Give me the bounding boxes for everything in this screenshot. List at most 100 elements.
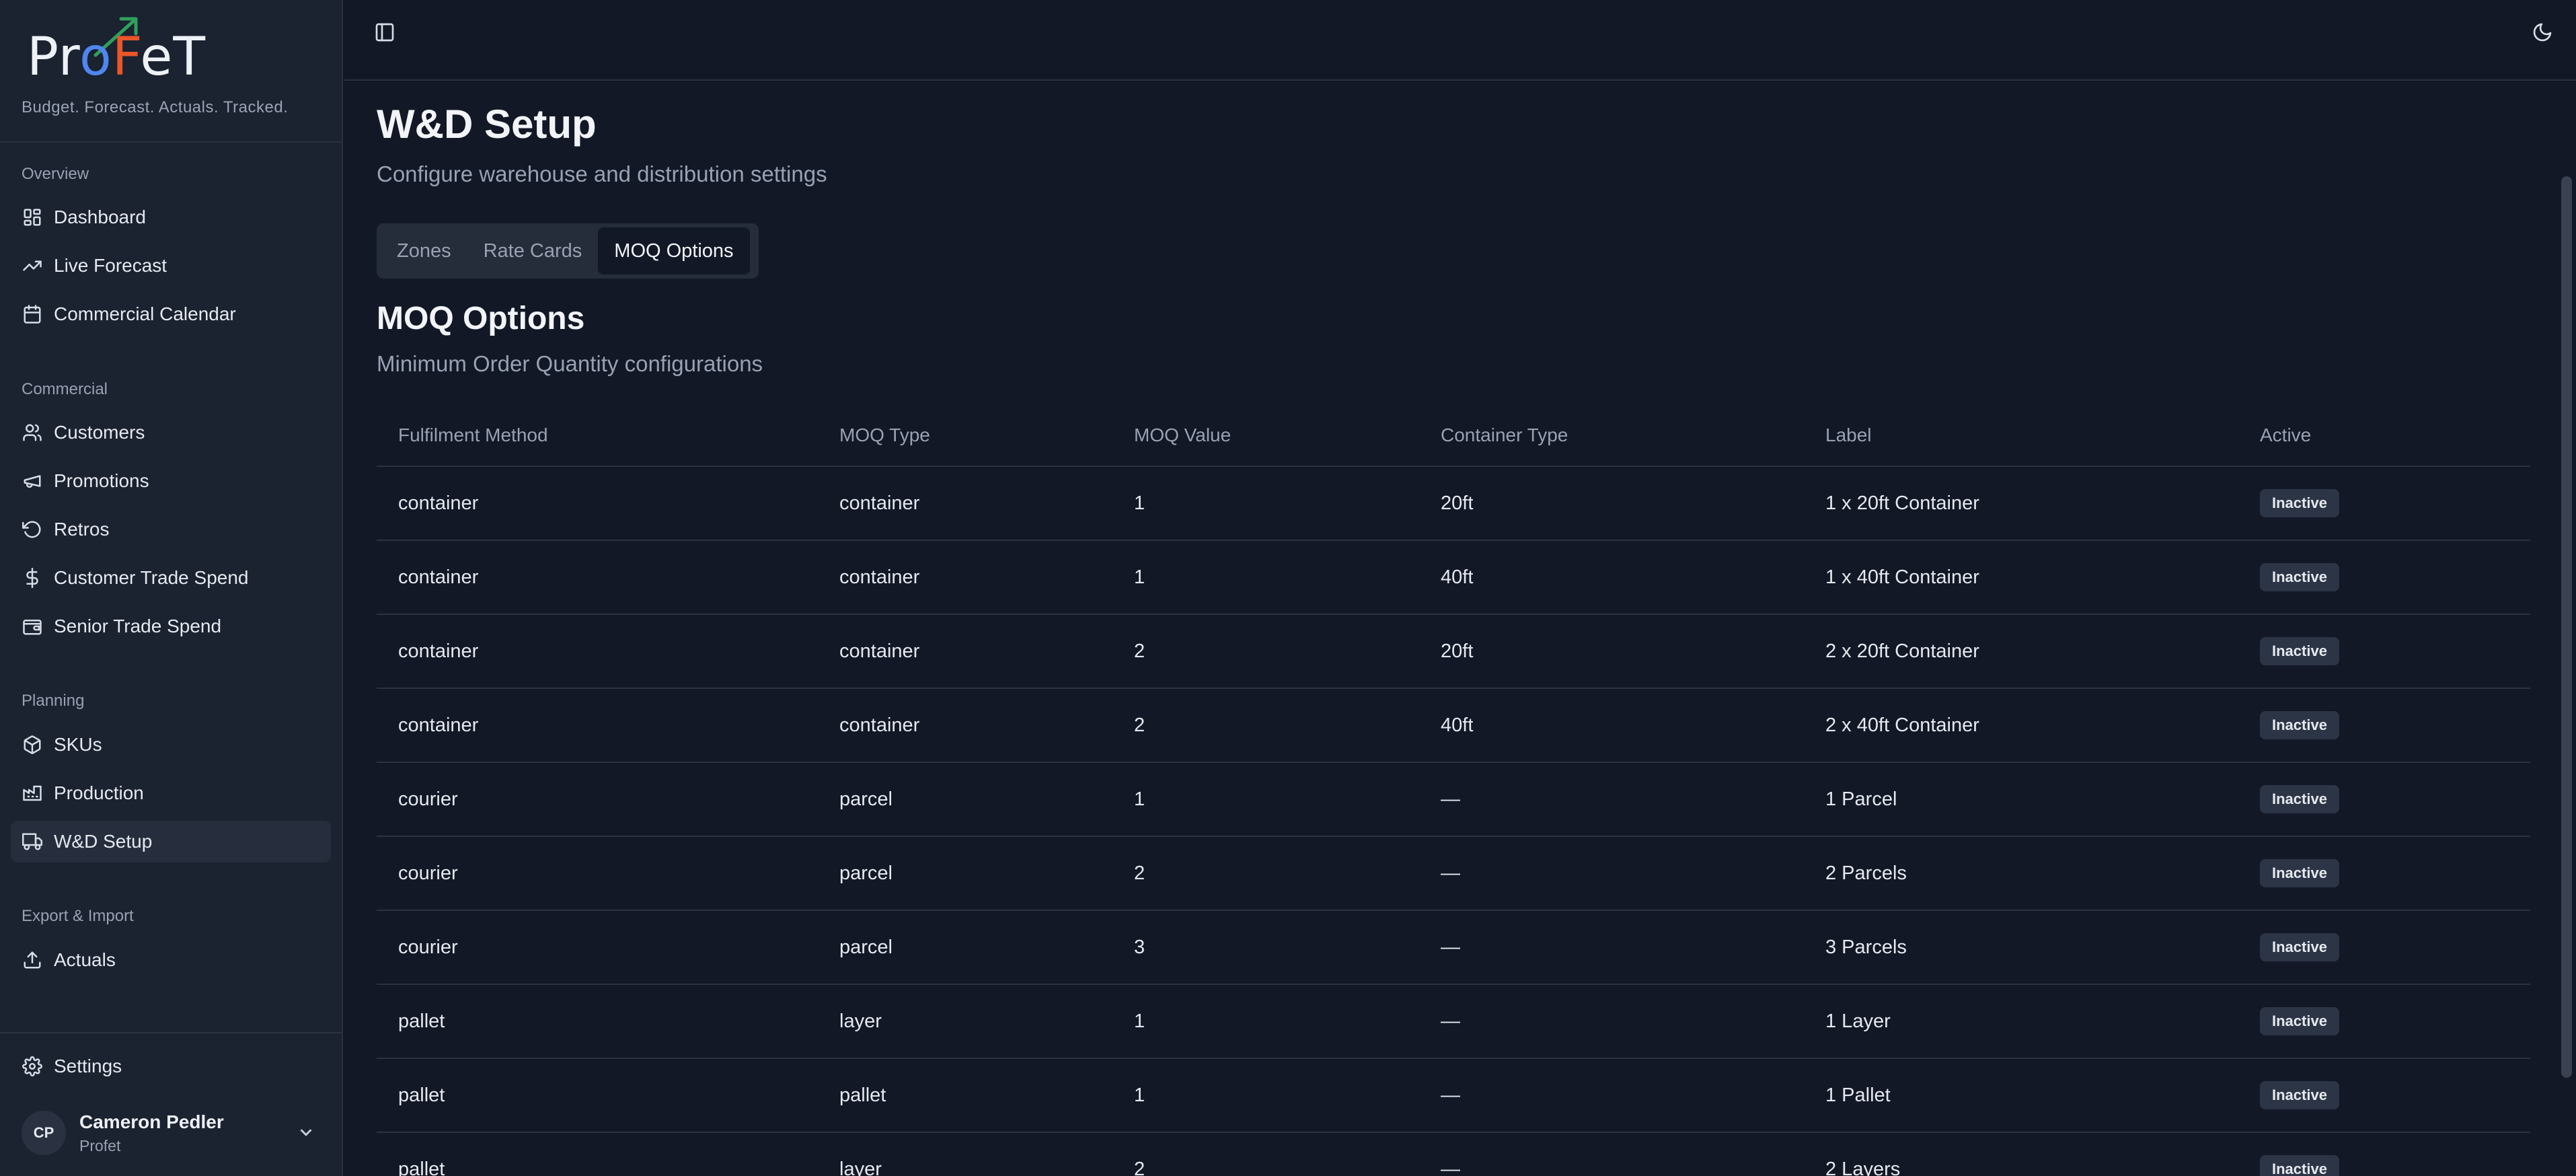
tab-rate-cards[interactable]: Rate Cards <box>467 227 599 274</box>
user-info: Cameron Pedler Profet <box>79 1111 224 1155</box>
status-badge: Inactive <box>2260 933 2339 961</box>
tab-moq-options[interactable]: MOQ Options <box>598 227 750 274</box>
table-cell: 1 <box>1134 1010 1145 1032</box>
sidebar-item-label: Dashboard <box>54 207 146 227</box>
table-cell: 2 <box>1134 640 1145 662</box>
table-row[interactable]: container container 2 40ft 2 x 40ft Containe… <box>377 689 2530 763</box>
sidebar-item-skus[interactable]: SKUs <box>11 724 331 766</box>
theme-toggle-button[interactable] <box>2524 15 2561 52</box>
sidebar-item-live-forecast[interactable]: Live Forecast <box>11 245 331 287</box>
gear-icon <box>22 1056 43 1077</box>
tab-zones[interactable]: Zones <box>381 227 467 274</box>
sidebar-item-actuals[interactable]: Actuals <box>11 939 331 981</box>
active-cell: Inactive <box>2260 615 2339 688</box>
sidebar-item-production[interactable]: Production <box>11 772 331 814</box>
table-cell: 3 Parcels <box>1825 936 1907 958</box>
table-cell: container <box>398 640 479 662</box>
table-cell: courier <box>398 788 458 810</box>
section-label-export-import: Export & Import <box>22 907 134 925</box>
column-header[interactable]: Fulfilment Method <box>398 405 548 466</box>
status-badge: Inactive <box>2260 1007 2339 1035</box>
table-cell: 1 <box>1134 566 1145 588</box>
table-cell: 1 Layer <box>1825 1010 1891 1032</box>
moq-options-table: Fulfilment Method MOQ Type MOQ Value Con… <box>377 405 2530 1176</box>
table-cell: pallet <box>839 1084 886 1106</box>
trending-up-icon <box>22 255 43 277</box>
table-cell: 2 <box>1134 862 1145 884</box>
chevron-down-icon <box>296 1122 317 1144</box>
scrollbar[interactable] <box>2556 82 2576 1176</box>
active-cell: Inactive <box>2260 541 2339 614</box>
logo-text: ProFeT <box>27 27 206 87</box>
table-cell: — <box>1441 1010 1460 1032</box>
status-badge: Inactive <box>2260 711 2339 739</box>
tagline: Budget. Forecast. Actuals. Tracked. <box>22 98 289 116</box>
sidebar-item-retros[interactable]: Retros <box>11 509 331 550</box>
profet-logo[interactable]: ProFeT <box>27 13 222 87</box>
status-badge: Inactive <box>2260 489 2339 517</box>
active-cell: Inactive <box>2260 1059 2339 1132</box>
sidebar-item-commercial-calendar[interactable]: Commercial Calendar <box>11 293 331 335</box>
sidebar-item-senior-trade-spend[interactable]: Senior Trade Spend <box>11 605 331 647</box>
users-icon <box>22 422 43 443</box>
truck-icon <box>22 831 43 852</box>
column-header[interactable]: Container Type <box>1441 405 1568 466</box>
sidebar-item-label: Live Forecast <box>54 255 167 276</box>
table-row[interactable]: pallet pallet 1 — 1 Pallet Inactive <box>377 1059 2530 1133</box>
user-menu[interactable]: CP Cameron Pedler Profet <box>11 1098 331 1168</box>
sidebar-item-settings[interactable]: Settings <box>11 1045 331 1087</box>
table-row[interactable]: pallet layer 2 — 2 Layers Inactive <box>377 1133 2530 1176</box>
table-cell: 2 x 40ft Container <box>1825 714 1979 736</box>
sidebar-item-dashboard[interactable]: Dashboard <box>11 196 331 238</box>
upload-icon <box>22 949 43 971</box>
table-cell: — <box>1441 788 1460 810</box>
sidebar-item-label: Actuals <box>54 949 116 970</box>
sidebar-item-label: Settings <box>54 1056 122 1076</box>
table-row[interactable]: courier parcel 3 — 3 Parcels Inactive <box>377 911 2530 985</box>
table-cell: 20ft <box>1441 492 1474 514</box>
table-row[interactable]: courier parcel 1 — 1 Parcel Inactive <box>377 763 2530 837</box>
section-label-commercial: Commercial <box>22 380 108 398</box>
table-cell: 1 Parcel <box>1825 788 1897 810</box>
sidebar-item-promotions[interactable]: Promotions <box>11 460 331 502</box>
table-cell: 1 x 40ft Container <box>1825 566 1979 588</box>
table-row[interactable]: container container 1 40ft 1 x 40ft Containe… <box>377 541 2530 615</box>
column-header[interactable]: Label <box>1825 405 1872 466</box>
table-row[interactable]: container container 2 20ft 2 x 20ft Containe… <box>377 615 2530 689</box>
table-row[interactable]: container container 1 20ft 1 x 20ft Containe… <box>377 467 2530 541</box>
table-cell: 2 Parcels <box>1825 862 1907 884</box>
active-cell: Inactive <box>2260 837 2339 910</box>
table-row[interactable]: courier parcel 2 — 2 Parcels Inactive <box>377 837 2530 911</box>
table-cell: container <box>839 492 920 514</box>
megaphone-icon <box>22 470 43 492</box>
dashboard-icon <box>22 207 43 228</box>
column-header[interactable]: Active <box>2260 405 2311 466</box>
active-cell: Inactive <box>2260 1133 2339 1176</box>
table-cell: container <box>398 492 479 514</box>
table-cell: — <box>1441 862 1460 884</box>
wallet-icon <box>22 616 43 637</box>
sidebar-toggle-button[interactable] <box>366 15 404 52</box>
table-cell: 1 <box>1134 788 1145 810</box>
user-org: Profet <box>79 1136 121 1154</box>
table-cell: 1 <box>1134 1084 1145 1106</box>
sidebar-item-wd-setup[interactable]: W&D Setup <box>11 821 331 862</box>
table-cell: pallet <box>398 1158 445 1176</box>
table-cell: 3 <box>1134 936 1145 958</box>
sidebar-item-customers[interactable]: Customers <box>11 412 331 453</box>
tab-list: Zones Rate Cards MOQ Options <box>377 223 759 279</box>
panel-left-icon <box>374 22 395 46</box>
section-title: MOQ Options <box>377 301 585 336</box>
section-label-overview: Overview <box>22 165 89 183</box>
sidebar-item-label: Customer Trade Spend <box>54 567 249 588</box>
column-header[interactable]: MOQ Value <box>1134 405 1231 466</box>
section-label-planning: Planning <box>22 692 85 710</box>
scrollbar-thumb[interactable] <box>2561 176 2572 1078</box>
column-header[interactable]: MOQ Type <box>839 405 930 466</box>
table-cell: layer <box>839 1158 882 1176</box>
table-cell: 2 x 20ft Container <box>1825 640 1979 662</box>
table-row[interactable]: pallet layer 1 — 1 Layer Inactive <box>377 985 2530 1059</box>
sidebar-item-customer-trade-spend[interactable]: Customer Trade Spend <box>11 557 331 599</box>
box-icon <box>22 734 43 756</box>
table-cell: 20ft <box>1441 640 1474 662</box>
